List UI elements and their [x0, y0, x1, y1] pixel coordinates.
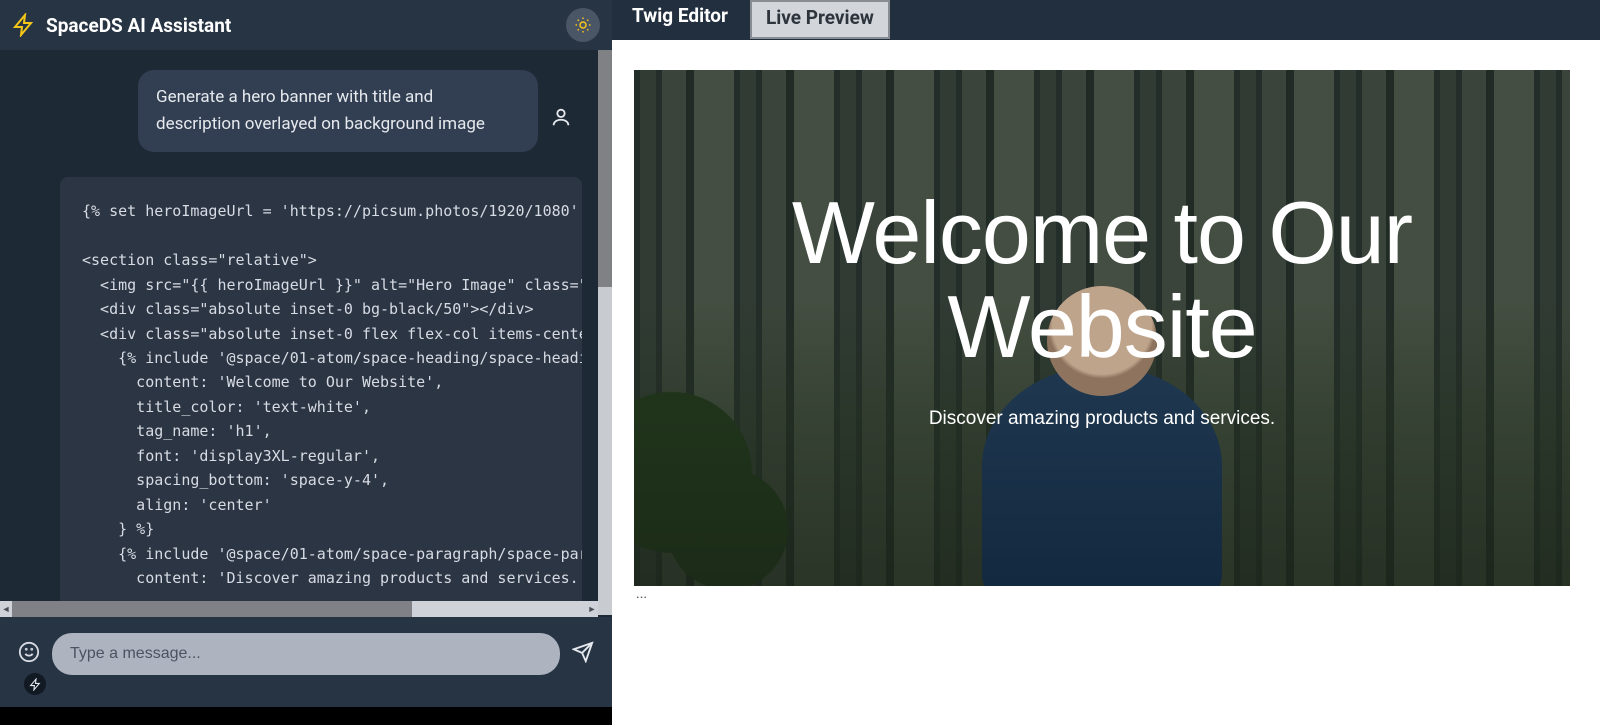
hero-title: Welcome to Our Website [634, 186, 1570, 374]
emoji-icon[interactable] [18, 641, 40, 667]
preview-body: Welcome to Our Website Discover amazing … [612, 40, 1600, 725]
theme-toggle-button[interactable] [566, 8, 600, 42]
header-bar: SpaceDS AI Assistant [0, 0, 612, 50]
overflow-ellipsis: ... [634, 586, 1570, 602]
hero-banner: Welcome to Our Website Discover amazing … [634, 70, 1570, 586]
horizontal-scrollbar[interactable]: ◄ ► [0, 601, 598, 617]
preview-tab-bar: Twig Editor Live Preview [612, 0, 1600, 40]
bolt-icon [12, 13, 36, 37]
hero-subtitle: Discover amazing products and services. [929, 408, 1275, 430]
assistant-panel: SpaceDS AI Assistant Generate a hero ban… [0, 0, 612, 725]
user-message-bubble: Generate a hero banner with title and de… [138, 70, 538, 152]
code-response-block[interactable]: {% set heroImageUrl = 'https://picsum.ph… [60, 177, 582, 601]
chat-scroll-area[interactable]: Generate a hero banner with title and de… [0, 50, 612, 601]
user-icon [550, 106, 572, 132]
footer-strip [0, 707, 612, 725]
vertical-scrollbar-thumb[interactable] [598, 50, 612, 287]
message-input[interactable] [52, 633, 560, 675]
app-title: SpaceDS AI Assistant [46, 14, 556, 37]
scroll-right-arrow[interactable]: ► [586, 601, 598, 617]
user-message-row: Generate a hero banner with title and de… [10, 70, 602, 152]
bolt-badge-icon [24, 673, 46, 695]
horizontal-scrollbar-thumb[interactable] [12, 601, 412, 617]
scroll-left-arrow[interactable]: ◄ [0, 601, 12, 617]
tab-twig-editor[interactable]: Twig Editor [632, 0, 728, 27]
sun-icon [574, 16, 592, 34]
vertical-scrollbar[interactable] [598, 50, 612, 615]
message-input-bar [0, 617, 612, 707]
send-icon[interactable] [572, 641, 594, 667]
tab-live-preview[interactable]: Live Preview [750, 0, 890, 39]
preview-panel: Twig Editor Live Preview Welcome to Our … [612, 0, 1600, 725]
